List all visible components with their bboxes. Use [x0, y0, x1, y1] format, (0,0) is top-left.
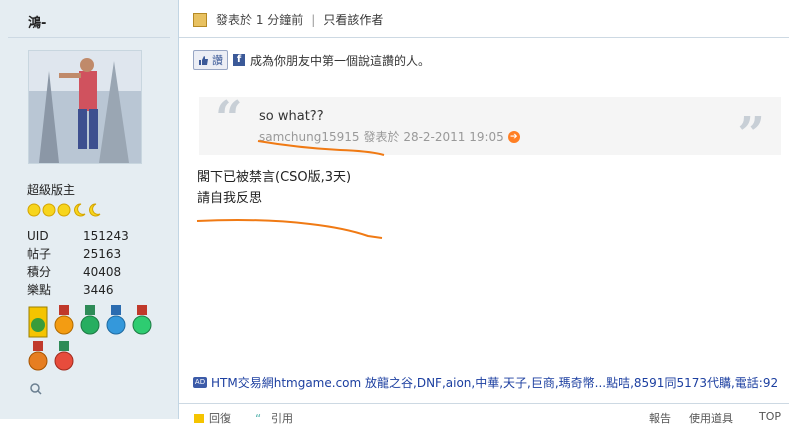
post-time: 發表於 1 分鐘前: [216, 13, 304, 27]
medal-icon[interactable]: [53, 341, 75, 375]
quote-time: 發表於 28-2-2011 19:05: [363, 130, 504, 144]
post-body: 閣下已被禁言(CSO版,3天) 請自我反思: [197, 167, 351, 209]
goto-post-icon[interactable]: ➔: [507, 130, 520, 143]
ad-link[interactable]: AD HTM交易網htmgame.com 放龍之谷,DNF,aion,中華,天子…: [193, 374, 778, 391]
sun-icon: [57, 203, 71, 217]
medal-icon[interactable]: [53, 305, 75, 339]
like-button[interactable]: 讚: [193, 50, 228, 70]
quote-icon: “: [255, 413, 261, 424]
moon-icon: [72, 203, 86, 217]
svg-text:“: “: [255, 413, 261, 424]
facebook-icon: f: [233, 54, 245, 66]
moon-icon: [87, 203, 101, 217]
author-sidebar: 鴻- 超級版主 UID 151243 帖子 25163 積分 40408 樂點 3446: [0, 0, 178, 419]
sun-icon: [27, 203, 41, 217]
stat-posts: 帖子 25163: [27, 247, 122, 261]
post-body-line: 閣下已被禁言(CSO版,3天): [197, 170, 352, 185]
quote-attribution: samchung15915 發表於 28-2-2011 19:05 ➔: [259, 128, 520, 145]
facebook-like-text: 成為你朋友中第一個說這讚的人。: [250, 53, 431, 68]
post-content: 發表於 1 分鐘前 | 只看該作者 讚 f 成為你朋友中第一個說這讚的人。 “ …: [179, 0, 789, 425]
quote-button[interactable]: “ 引用: [255, 410, 293, 426]
close-quote-icon: ”: [737, 107, 765, 163]
avatar[interactable]: [28, 50, 142, 164]
facebook-like-row: 讚 f 成為你朋友中第一個說這讚的人。: [193, 50, 430, 70]
ad-icon: AD: [193, 377, 207, 388]
medal-icon[interactable]: [27, 341, 49, 375]
medal-icon[interactable]: [27, 305, 49, 339]
stat-coins: 樂點 3446: [27, 283, 114, 297]
thumbs-up-icon: [199, 55, 208, 65]
report-link[interactable]: 報告: [649, 410, 671, 426]
quote-text: so what??: [259, 109, 324, 124]
reply-icon: [194, 413, 204, 423]
online-status-icon: [193, 12, 207, 27]
sidebar-divider: [8, 37, 170, 38]
use-item-link[interactable]: 使用道具: [689, 410, 733, 426]
user-stats: UID 151243 帖子 25163 積分 40408 樂點 3446: [27, 227, 129, 299]
sun-icon: [42, 203, 56, 217]
post-body-line: 請自我反思: [197, 191, 263, 206]
medal-icon[interactable]: [131, 305, 153, 339]
user-rank: 超級版主: [27, 183, 76, 197]
author-username[interactable]: 鴻-: [28, 12, 46, 31]
post-header-divider: [179, 37, 789, 38]
stat-uid: UID 151243: [27, 229, 129, 243]
medal-icon[interactable]: [79, 305, 101, 339]
medal-icon[interactable]: [105, 305, 127, 339]
post-meta: 發表於 1 分鐘前 | 只看該作者: [193, 11, 383, 28]
ad-text[interactable]: HTM交易網htmgame.com 放龍之谷,DNF,aion,中華,天子,巨商…: [211, 374, 778, 391]
only-author-link[interactable]: 只看該作者: [323, 11, 383, 28]
open-quote-icon: “: [215, 91, 243, 147]
post-footer-divider: [179, 403, 789, 404]
stat-points: 積分 40408: [27, 265, 122, 279]
meta-separator: |: [311, 12, 316, 27]
quote-author[interactable]: samchung15915: [259, 130, 360, 144]
reply-button[interactable]: 回復: [193, 410, 231, 426]
top-link[interactable]: TOP: [759, 410, 781, 423]
level-icons: [27, 203, 101, 219]
magnifier-icon[interactable]: [30, 383, 42, 395]
quote-block: “ ” so what?? samchung15915 發表於 28-2-201…: [199, 91, 781, 159]
